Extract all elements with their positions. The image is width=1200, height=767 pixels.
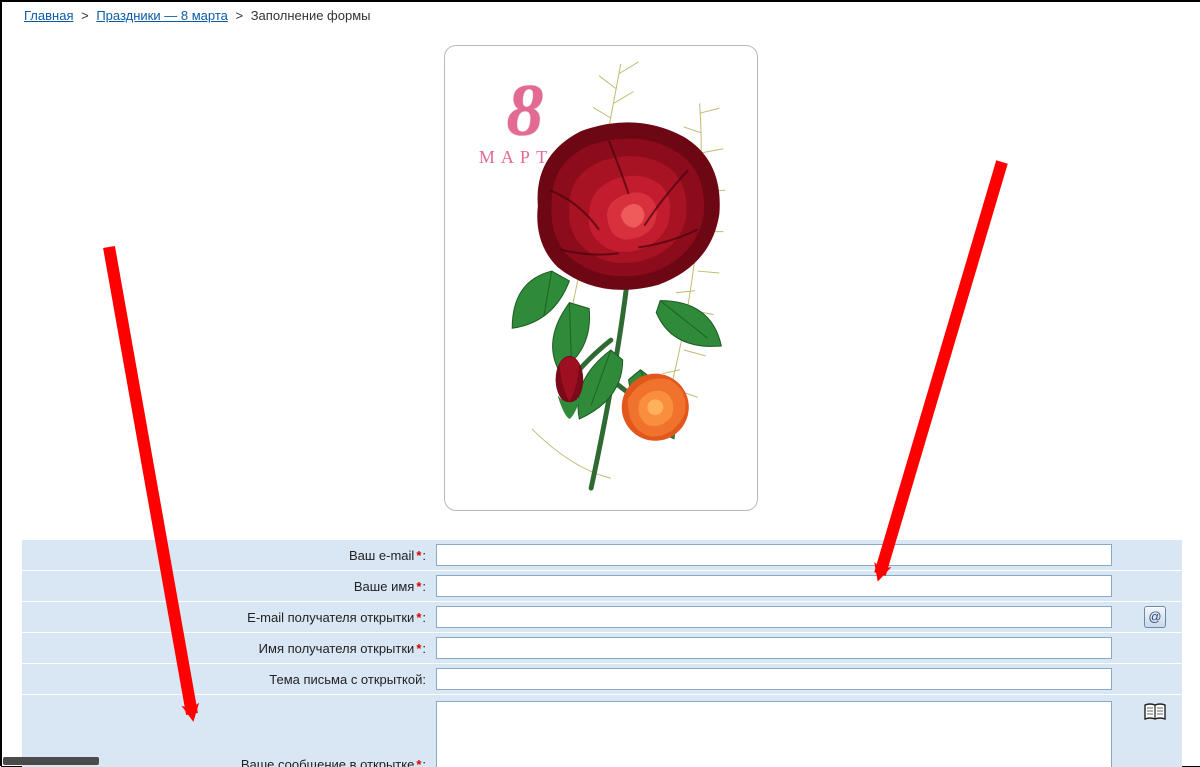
postcard-form: Ваш e-mail*: Ваше имя*: E-mail получател… — [22, 539, 1182, 767]
subject-label: Тема письма с открыткой: — [22, 664, 430, 695]
breadcrumb-sep: > — [235, 8, 243, 23]
email-label: Ваш e-mail*: — [22, 540, 430, 571]
breadcrumb: Главная > Праздники — 8 марта > Заполнен… — [2, 2, 1200, 27]
required-mark: * — [416, 548, 421, 563]
required-mark: * — [416, 579, 421, 594]
breadcrumb-home-link[interactable]: Главная — [24, 8, 73, 23]
breadcrumb-category-link[interactable]: Праздники — 8 марта — [96, 8, 228, 23]
horizontal-scrollbar-thumb[interactable] — [3, 757, 99, 765]
contacts-icon[interactable]: @ — [1144, 606, 1166, 628]
recipient-email-label: E-mail получателя открытки*: — [22, 602, 430, 633]
recipient-email-field[interactable] — [436, 606, 1112, 628]
required-mark: * — [416, 641, 421, 656]
breadcrumb-current: Заполнение формы — [251, 8, 371, 23]
rose-illustration — [453, 54, 749, 496]
recipient-name-label: Имя получателя открытки*: — [22, 633, 430, 664]
email-field[interactable] — [436, 544, 1112, 566]
name-label: Ваше имя*: — [22, 571, 430, 602]
postcard-preview-frame: 8 МАРТА — [444, 45, 758, 511]
postcard-preview: 8 МАРТА — [453, 54, 749, 502]
annotation-arrow-right — [880, 162, 1002, 574]
required-mark: * — [416, 610, 421, 625]
message-field[interactable] — [436, 701, 1112, 767]
subject-field[interactable] — [436, 668, 1112, 690]
book-icon[interactable] — [1144, 703, 1166, 723]
recipient-name-field[interactable] — [436, 637, 1112, 659]
breadcrumb-sep: > — [81, 8, 89, 23]
name-field[interactable] — [436, 575, 1112, 597]
